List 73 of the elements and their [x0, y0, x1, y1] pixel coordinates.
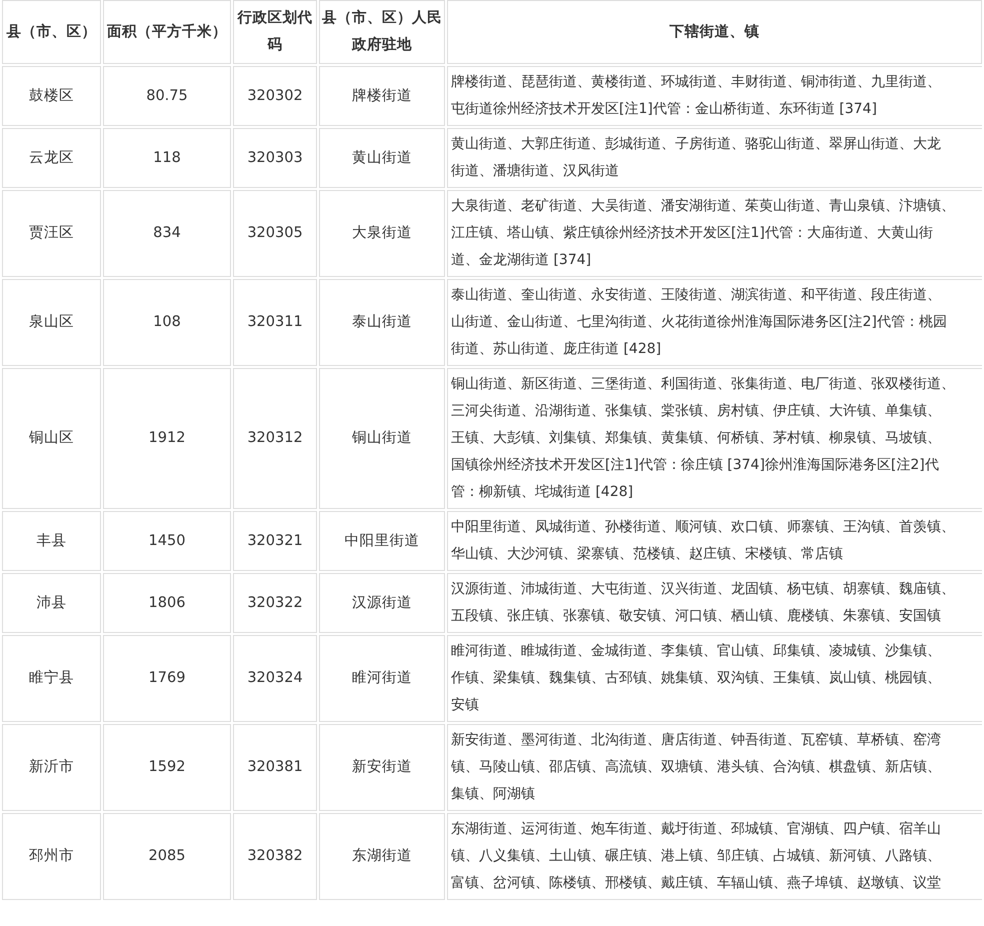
table-cell: 鼓楼区 — [2, 66, 101, 126]
cell-text-line: 集镇、阿湖镇 — [451, 785, 536, 804]
cell-text-line: 江庄镇、塔山镇、紫庄镇徐州经济技术开发区[注1]代管：大庙街道、大黄山街 — [451, 224, 934, 243]
cell-text-line: 三河尖街道、沿湖街道、张集镇、棠张镇、房村镇、伊庄镇、大许镇、单集镇、 — [451, 402, 942, 421]
cell-text-line: 管：柳新镇、垞城街道 [428] — [451, 483, 634, 502]
table-cell: 大泉街道 — [319, 190, 445, 277]
table-cell: 320381 — [233, 724, 317, 811]
table-cell: 睢宁县 — [2, 635, 101, 722]
table-cell: 320305 — [233, 190, 317, 277]
cell-text-line: 华山镇、大沙河镇、梁寨镇、范楼镇、赵庄镇、宋楼镇、常店镇 — [451, 545, 844, 564]
cell-text-line: 五段镇、张庄镇、张寨镇、敬安镇、河口镇、栖山镇、鹿楼镇、朱寨镇、安国镇 — [451, 607, 942, 626]
cell-text-line: 镇、马陵山镇、邵店镇、高流镇、双塘镇、港头镇、合沟镇、棋盘镇、新店镇、 — [451, 758, 942, 777]
cell-text-line: 作镇、梁集镇、魏集镇、古邳镇、姚集镇、双沟镇、王集镇、岚山镇、桃园镇、 — [451, 669, 942, 688]
cell-text-line: 王镇、大彭镇、刘集镇、郑集镇、黄集镇、何桥镇、茅村镇、柳泉镇、马坡镇、 — [451, 429, 942, 448]
table-cell: 80.75 — [103, 66, 231, 126]
table-cell: 云龙区 — [2, 128, 101, 188]
cell-text-line: 富镇、岔河镇、陈楼镇、邢楼镇、戴庄镇、车辐山镇、燕子埠镇、赵墩镇、议堂 — [451, 874, 942, 893]
column-header: 县（市、区） — [2, 0, 101, 64]
table-cell: 108 — [103, 279, 231, 366]
table-cell: 320312 — [233, 368, 317, 509]
cell-text-line: 道、金龙湖街道 [374] — [451, 251, 592, 270]
table-cell: 320324 — [233, 635, 317, 722]
table-cell: 泉山区 — [2, 279, 101, 366]
table-cell: 沛县 — [2, 573, 101, 633]
table-cell: 1450 — [103, 511, 231, 571]
table-cell: 铜山区 — [2, 368, 101, 509]
table-cell: 东湖街道 — [319, 813, 445, 900]
table-cell: 新沂市 — [2, 724, 101, 811]
table-cell: 1912 — [103, 368, 231, 509]
table-cell: 贾汪区 — [2, 190, 101, 277]
cell-text-line: 街道、潘塘街道、汉风街道 — [451, 162, 620, 181]
column-header: 面积（平方千米） — [103, 0, 231, 64]
cell-text-line: 新安街道、墨河街道、北沟街道、唐店街道、钟吾街道、瓦窑镇、草桥镇、窑湾 — [451, 731, 942, 750]
cell-text-line: 铜山街道、新区街道、三堡街道、利国街道、张集街道、电厂街道、张双楼街道、 — [451, 375, 956, 394]
cell-text-line: 汉源街道、沛城街道、大屯街道、汉兴街道、龙固镇、杨屯镇、胡寨镇、魏庙镇、 — [451, 580, 956, 599]
table-cell: 320321 — [233, 511, 317, 571]
table-cell: 320302 — [233, 66, 317, 126]
table-cell: 牌楼街道 — [319, 66, 445, 126]
table-cell: 新安街道 — [319, 724, 445, 811]
cell-text-line: 泰山街道、奎山街道、永安街道、王陵街道、湖滨街道、和平街道、段庄街道、 — [451, 286, 942, 305]
cell-text-line: 屯街道徐州经济技术开发区[注1]代管：金山桥街道、东环街道 [374] — [451, 100, 878, 119]
table-cell: 320303 — [233, 128, 317, 188]
cell-text-line: 睢河街道、睢城街道、金城街道、李集镇、官山镇、邱集镇、凌城镇、沙集镇、 — [451, 642, 942, 661]
table-cell: 320322 — [233, 573, 317, 633]
table-cell: 320382 — [233, 813, 317, 900]
table-cell: 320311 — [233, 279, 317, 366]
table-cell: 丰县 — [2, 511, 101, 571]
table-cell: 黄山街道 — [319, 128, 445, 188]
table-cell: 834 — [103, 190, 231, 277]
cell-text-line: 安镇 — [451, 696, 480, 715]
table-cell: 泰山街道 — [319, 279, 445, 366]
column-header: 下辖街道、镇 — [447, 0, 982, 64]
cell-text-line: 国镇徐州经济技术开发区[注1]代管：徐庄镇 [374]徐州淮海国际港务区[注2]代 — [451, 456, 940, 475]
column-header: 县（市、区）人民政府驻地 — [319, 0, 445, 64]
table-cell: 汉源街道 — [319, 573, 445, 633]
table-cell: 铜山街道 — [319, 368, 445, 509]
cell-text-line: 牌楼街道、琵琶街道、黄楼街道、环城街道、丰财街道、铜沛街道、九里街道、 — [451, 73, 942, 92]
cell-text-line: 街道、苏山街道、庞庄街道 [428] — [451, 340, 662, 359]
cell-text-line: 镇、八义集镇、土山镇、碾庄镇、港上镇、邹庄镇、占城镇、新河镇、八路镇、 — [451, 847, 942, 866]
table-cell: 中阳里街道 — [319, 511, 445, 571]
table-cell: 1592 — [103, 724, 231, 811]
table-cell: 118 — [103, 128, 231, 188]
cell-text-line: 山街道、金山街道、七里沟街道、火花街道徐州淮海国际港务区[注2]代管：桃园 — [451, 313, 948, 332]
table-cell: 2085 — [103, 813, 231, 900]
cell-text-line: 中阳里街道、凤城街道、孙楼街道、顺河镇、欢口镇、师寨镇、王沟镇、首羡镇、 — [451, 518, 956, 537]
cell-text-line: 黄山街道、大郭庄街道、彭城街道、子房街道、骆驼山街道、翠屏山街道、大龙 — [451, 135, 942, 154]
column-header: 行政区划代码 — [233, 0, 317, 64]
table-cell: 邳州市 — [2, 813, 101, 900]
table-cell: 1769 — [103, 635, 231, 722]
cell-text-line: 大泉街道、老矿街道、大吴街道、潘安湖街道、茱萸山街道、青山泉镇、汴塘镇、 — [451, 197, 956, 216]
table-cell: 1806 — [103, 573, 231, 633]
table-cell: 睢河街道 — [319, 635, 445, 722]
cell-text-line: 东湖街道、运河街道、炮车街道、戴圩街道、邳城镇、官湖镇、四户镇、宿羊山 — [451, 820, 942, 839]
